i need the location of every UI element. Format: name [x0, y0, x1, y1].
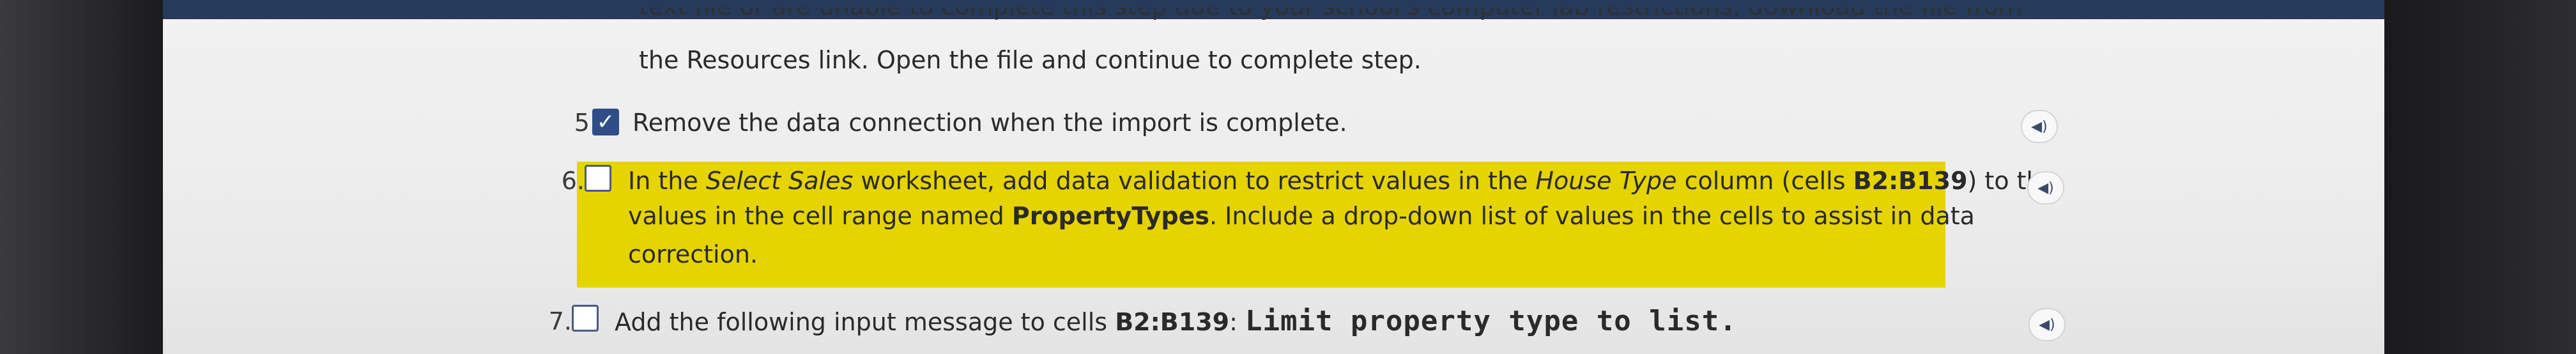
- step-6-line-1: In the Select Sales worksheet, add data …: [628, 167, 2057, 195]
- step-5-audio-button[interactable]: ◀︎): [2021, 110, 2058, 143]
- step-6-audio-button[interactable]: ◀︎): [2027, 171, 2064, 204]
- step-7-text: Add the following input message to cells…: [615, 305, 1737, 337]
- step-number-7: 7.: [548, 307, 572, 335]
- step-7-audio-button[interactable]: ◀︎): [2028, 308, 2066, 341]
- laptop-bezel-left: [0, 0, 163, 354]
- partial-instruction-text: text file or are unable to complete this…: [639, 8, 2108, 33]
- speaker-icon: ◀︎): [2031, 118, 2048, 135]
- step-7-checkbox[interactable]: [572, 305, 599, 332]
- speaker-icon: ◀︎): [2037, 180, 2054, 196]
- step-5-text: Remove the data connection when the impo…: [632, 109, 1347, 137]
- step-6-checkbox[interactable]: [585, 165, 611, 192]
- intro-line: the Resources link. Open the file and co…: [639, 46, 1422, 74]
- step-number-5: 5.: [574, 109, 597, 137]
- step-6-line-3: correction.: [628, 240, 758, 268]
- instructions-panel: text file or are unable to complete this…: [163, 0, 2384, 354]
- speaker-icon: ◀︎): [2039, 316, 2055, 333]
- laptop-bezel-right: [2384, 0, 2576, 354]
- step-6-line-2: values in the cell range named PropertyT…: [628, 202, 1975, 230]
- input-message-code: Limit property type to list.: [1245, 305, 1737, 337]
- step-number-6: 6.: [561, 167, 585, 195]
- step-5-checkbox[interactable]: ✓: [592, 109, 619, 135]
